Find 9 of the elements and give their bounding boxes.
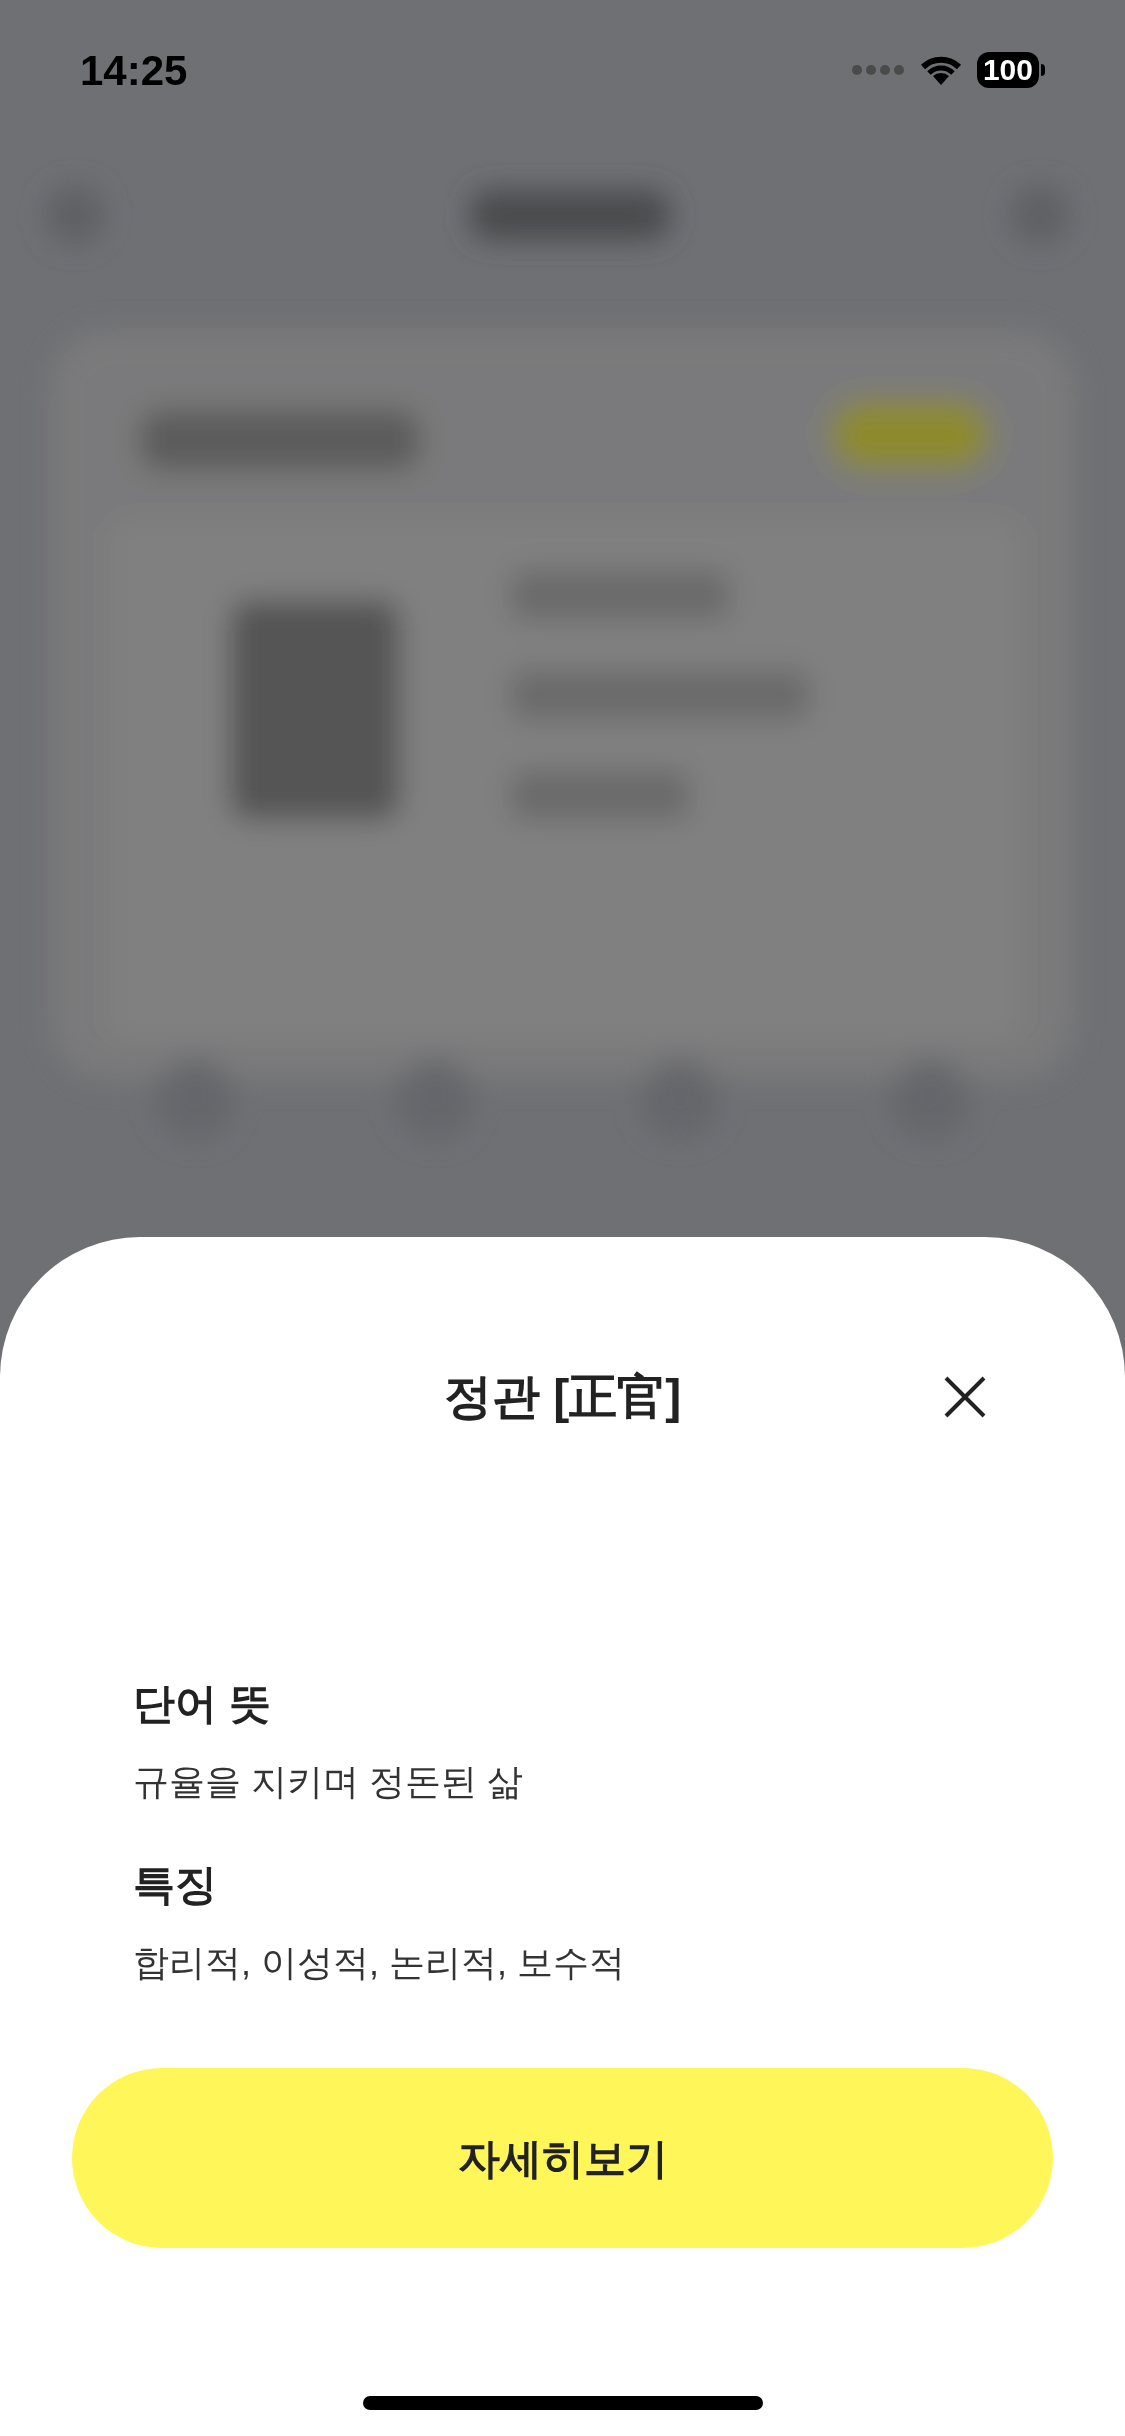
section-heading: 특징 bbox=[133, 1860, 218, 1910]
section-text: 합리적, 이성적, 논리적, 보수적 bbox=[133, 1941, 626, 1985]
section-heading: 단어 뜻 bbox=[133, 1679, 272, 1729]
sheet-title: 정관 [正官] bbox=[443, 1369, 682, 1425]
close-icon bbox=[943, 1375, 987, 1419]
status-time: 14:25 bbox=[80, 45, 188, 96]
section-text: 규율을 지키며 정돈된 삶 bbox=[133, 1760, 524, 1804]
signal-icon bbox=[850, 64, 905, 76]
details-button[interactable]: 자세히보기 bbox=[72, 2068, 1053, 2248]
